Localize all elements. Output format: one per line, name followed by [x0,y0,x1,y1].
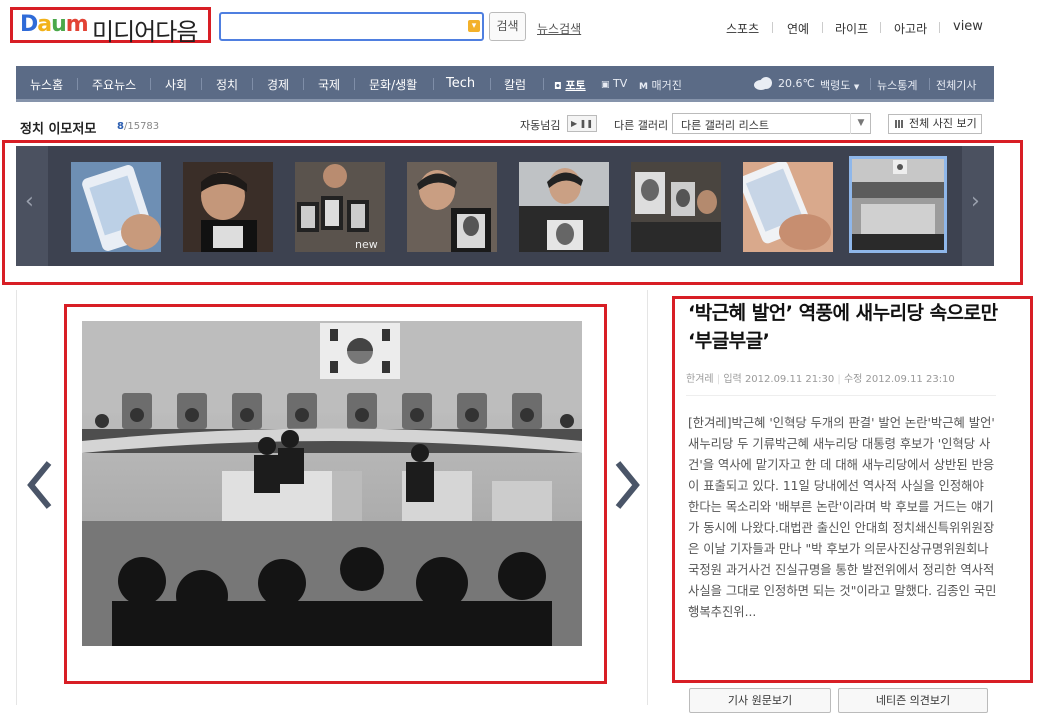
camera-icon: ◘ [554,82,562,92]
gallery-counter: 8/15783 [117,121,159,132]
nav-item-all-articles[interactable]: 전체기사 [936,77,976,93]
other-gallery-select[interactable]: 다른 갤러리 리스트 [672,113,871,134]
nav-item-photo[interactable]: ◘ 포토 [554,77,586,93]
nav-divider [150,78,151,90]
divider [16,290,17,705]
nav-item-politics[interactable]: 정치 [216,76,238,93]
top-link-life[interactable]: 라이프 [835,20,868,37]
nav-divider [201,78,202,90]
article-body: [한겨레]박근혜 '인혁당 두개의 판결' 발언 논란'박근혜 발언' 새누리당… [688,416,997,619]
chevron-down-icon[interactable]: ▼ [850,113,871,134]
pause-icon: ❚❚ [579,119,594,128]
daum-logo[interactable]: Daum [20,12,89,37]
search-input[interactable]: ▾ [219,12,484,41]
nav-item-top-news[interactable]: 주요뉴스 [92,76,136,93]
nav-tv-label: TV [613,77,628,90]
gallery-current-index: 8 [117,121,124,132]
magazine-icon: M [639,82,648,92]
article-headline: ‘박근혜 발언’ 역풍에 새누리당 속으로만 ‘부글부글’ [688,302,998,352]
search-button[interactable]: 검색 [489,12,526,41]
divider [939,22,940,33]
nav-divider [354,78,355,90]
nav-item-news-home[interactable]: 뉴스홈 [30,76,63,93]
media-daum-logo-text[interactable]: 미디어다음 [92,12,198,47]
nav-item-society[interactable]: 사회 [165,76,187,93]
divider [822,22,823,33]
gallery-title: 정치 이모저모 [20,122,97,137]
article-modified-time: 수정 2012.09.11 23:10 [843,374,955,385]
weather-location-select[interactable]: 백령도 ▼ [820,77,859,93]
main-photo-highlight-box [64,304,607,684]
nav-divider [490,78,491,90]
top-link-sports[interactable]: 스포츠 [726,20,759,37]
nav-item-magazine[interactable]: M 매거진 [639,77,682,93]
nav-item-international[interactable]: 국제 [318,76,340,93]
view-comments-button[interactable]: 네티즌 의견보기 [838,688,988,713]
top-link-view[interactable]: view [953,19,983,34]
divider [772,22,773,33]
news-search-link[interactable]: 뉴스검색 [537,20,581,37]
other-gallery-label: 다른 갤러리 [614,119,669,132]
nav-divider [543,78,544,90]
tv-icon: ▣ [601,80,610,90]
article-meta: 한겨레 | 입력 2012.09.11 21:30 | 수정 2012.09.1… [686,374,955,385]
nav-divider [303,78,304,90]
nav-magazine-label: 매거진 [651,79,682,92]
cloud-icon [753,75,774,90]
divider [880,22,881,33]
view-original-article-button[interactable]: 기사 원문보기 [689,688,831,713]
nav-item-tech[interactable]: Tech [446,76,475,91]
thumbnail-strip-highlight-box [2,140,1023,285]
gallery-total: /15783 [123,121,160,132]
divider [686,395,996,396]
weather-location: 백령도 [820,79,851,92]
nav-item-news-stats[interactable]: 뉴스통계 [877,77,917,93]
article-source: 한겨레 [686,374,714,385]
nav-divider [433,78,434,90]
chevron-down-icon: ▼ [853,83,860,91]
nav-item-tv[interactable]: ▣ TV [601,77,627,90]
top-link-entertainment[interactable]: 연예 [787,20,809,37]
nav-item-economy[interactable]: 경제 [267,76,289,93]
autoplay-toggle[interactable]: ▶ ❚❚ [567,115,597,132]
grid-icon [895,120,904,128]
nav-divider [77,78,78,90]
nav-divider [870,78,871,90]
chevron-left-icon[interactable] [25,455,55,515]
play-icon: ▶ [570,119,578,128]
nav-divider [929,78,930,90]
top-link-agora[interactable]: 아고라 [894,20,927,37]
weather-temp: 20.6℃ [778,77,815,90]
nav-item-column[interactable]: 칼럼 [504,76,526,93]
article-input-time: 입력 2012.09.11 21:30 [723,374,835,385]
nav-divider [252,78,253,90]
search-dropdown-icon[interactable]: ▾ [468,20,480,32]
nav-item-culture[interactable]: 문화/생활 [369,76,417,93]
chevron-right-icon[interactable] [612,455,642,515]
nav-photo-label: 포토 [565,79,586,92]
autoplay-label: 자동넘김 [520,119,561,132]
